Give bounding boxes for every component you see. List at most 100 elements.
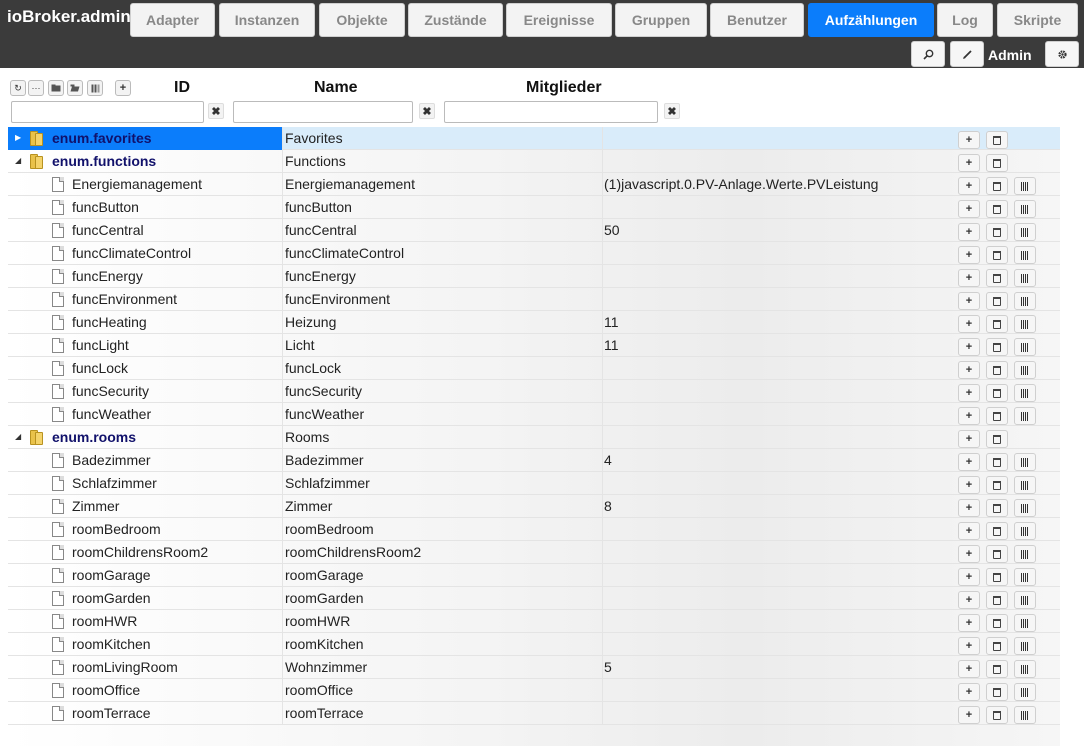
id-cell[interactable]: Schlafzimmer	[8, 472, 282, 495]
table-row[interactable]: roomOffice roomOffice +	[8, 679, 1060, 702]
add-member-button[interactable]: +	[958, 568, 980, 586]
id-cell[interactable]: roomBedroom	[8, 518, 282, 541]
delete-button[interactable]	[986, 361, 1008, 379]
table-row[interactable]: roomTerrace roomTerrace +	[8, 702, 1060, 725]
table-row[interactable]: roomGarden roomGarden +	[8, 587, 1060, 610]
collapse-arrow-icon[interactable]: ◢	[15, 157, 23, 165]
add-member-button[interactable]: +	[958, 591, 980, 609]
delete-button[interactable]	[986, 683, 1008, 701]
settings-button[interactable]	[1045, 41, 1079, 67]
id-cell[interactable]: Zimmer	[8, 495, 282, 518]
id-cell[interactable]: funcEnvironment	[8, 288, 282, 311]
table-row[interactable]: ◢ enum.rooms Rooms +	[8, 426, 1060, 449]
add-member-button[interactable]: +	[958, 269, 980, 287]
delete-button[interactable]	[986, 614, 1008, 632]
delete-button[interactable]	[986, 154, 1008, 172]
id-cell[interactable]: roomTerrace	[8, 702, 282, 725]
delete-button[interactable]	[986, 476, 1008, 494]
table-row[interactable]: funcLock funcLock +	[8, 357, 1060, 380]
table-row[interactable]: roomLivingRoom Wohnzimmer 5 +	[8, 656, 1060, 679]
edit-members-button[interactable]	[1014, 660, 1036, 678]
delete-button[interactable]	[986, 706, 1008, 724]
delete-button[interactable]	[986, 407, 1008, 425]
table-row[interactable]: funcEnergy funcEnergy +	[8, 265, 1060, 288]
edit-members-button[interactable]	[1014, 706, 1036, 724]
table-row[interactable]: Zimmer Zimmer 8 +	[8, 495, 1060, 518]
id-cell[interactable]: ◢ enum.rooms	[8, 426, 282, 449]
table-row[interactable]: funcHeating Heizung 11 +	[8, 311, 1060, 334]
table-row[interactable]: funcClimateControl funcClimateControl +	[8, 242, 1060, 265]
id-cell[interactable]: roomLivingRoom	[8, 656, 282, 679]
id-cell[interactable]: Badezimmer	[8, 449, 282, 472]
edit-members-button[interactable]	[1014, 338, 1036, 356]
edit-members-button[interactable]	[1014, 269, 1036, 287]
delete-button[interactable]	[986, 200, 1008, 218]
add-member-button[interactable]: +	[958, 361, 980, 379]
table-row[interactable]: roomBedroom roomBedroom +	[8, 518, 1060, 541]
edit-button[interactable]	[950, 41, 984, 67]
add-member-button[interactable]: +	[958, 200, 980, 218]
table-row[interactable]: funcLight Licht 11 +	[8, 334, 1060, 357]
id-cell[interactable]: ▶ enum.favorites	[8, 127, 282, 150]
id-cell[interactable]: roomGarden	[8, 587, 282, 610]
edit-members-button[interactable]	[1014, 361, 1036, 379]
edit-members-button[interactable]	[1014, 246, 1036, 264]
table-row[interactable]: roomChildrensRoom2 roomChildrensRoom2 +	[8, 541, 1060, 564]
add-member-button[interactable]: +	[958, 338, 980, 356]
tab-objekte[interactable]: Objekte	[319, 3, 405, 37]
edit-members-button[interactable]	[1014, 177, 1036, 195]
add-member-button[interactable]: +	[958, 453, 980, 471]
edit-members-button[interactable]	[1014, 292, 1036, 310]
table-row[interactable]: funcCentral funcCentral 50 +	[8, 219, 1060, 242]
delete-button[interactable]	[986, 246, 1008, 264]
add-member-button[interactable]: +	[958, 522, 980, 540]
edit-members-button[interactable]	[1014, 545, 1036, 563]
edit-members-button[interactable]	[1014, 637, 1036, 655]
clear-members-filter-button[interactable]: ✖	[664, 103, 680, 119]
add-member-button[interactable]: +	[958, 660, 980, 678]
columns-button[interactable]	[87, 80, 103, 96]
column-header-id[interactable]: ID	[174, 79, 190, 97]
id-cell[interactable]: roomOffice	[8, 679, 282, 702]
edit-members-button[interactable]	[1014, 568, 1036, 586]
table-row[interactable]: Badezimmer Badezimmer 4 +	[8, 449, 1060, 472]
add-member-button[interactable]: +	[958, 430, 980, 448]
id-cell[interactable]: roomHWR	[8, 610, 282, 633]
add-member-button[interactable]: +	[958, 223, 980, 241]
edit-members-button[interactable]	[1014, 683, 1036, 701]
edit-members-button[interactable]	[1014, 591, 1036, 609]
id-cell[interactable]: funcEnergy	[8, 265, 282, 288]
table-row[interactable]: roomGarage roomGarage +	[8, 564, 1060, 587]
id-cell[interactable]: funcHeating	[8, 311, 282, 334]
delete-button[interactable]	[986, 545, 1008, 563]
id-cell[interactable]: funcLock	[8, 357, 282, 380]
table-row[interactable]: roomHWR roomHWR +	[8, 610, 1060, 633]
edit-members-button[interactable]	[1014, 315, 1036, 333]
tab-aufzaehlungen[interactable]: Aufzählungen	[808, 3, 934, 37]
delete-button[interactable]	[986, 384, 1008, 402]
add-member-button[interactable]: +	[958, 637, 980, 655]
add-member-button[interactable]: +	[958, 292, 980, 310]
list-view-button[interactable]: ···	[28, 80, 44, 96]
id-cell[interactable]: roomChildrensRoom2	[8, 541, 282, 564]
add-member-button[interactable]: +	[958, 407, 980, 425]
edit-members-button[interactable]	[1014, 200, 1036, 218]
table-row[interactable]: ◢ enum.functions Functions +	[8, 150, 1060, 173]
add-enum-button[interactable]: +	[115, 80, 131, 96]
delete-button[interactable]	[986, 338, 1008, 356]
table-row[interactable]: funcWeather funcWeather +	[8, 403, 1060, 426]
id-cell[interactable]: funcLight	[8, 334, 282, 357]
column-header-name[interactable]: Name	[314, 79, 358, 97]
edit-members-button[interactable]	[1014, 522, 1036, 540]
add-member-button[interactable]: +	[958, 683, 980, 701]
edit-members-button[interactable]	[1014, 614, 1036, 632]
add-member-button[interactable]: +	[958, 131, 980, 149]
delete-button[interactable]	[986, 269, 1008, 287]
tab-log[interactable]: Log	[937, 3, 993, 37]
delete-button[interactable]	[986, 499, 1008, 517]
id-cell[interactable]: ◢ enum.functions	[8, 150, 282, 173]
tab-benutzer[interactable]: Benutzer	[710, 3, 804, 37]
delete-button[interactable]	[986, 131, 1008, 149]
delete-button[interactable]	[986, 522, 1008, 540]
edit-members-button[interactable]	[1014, 499, 1036, 517]
